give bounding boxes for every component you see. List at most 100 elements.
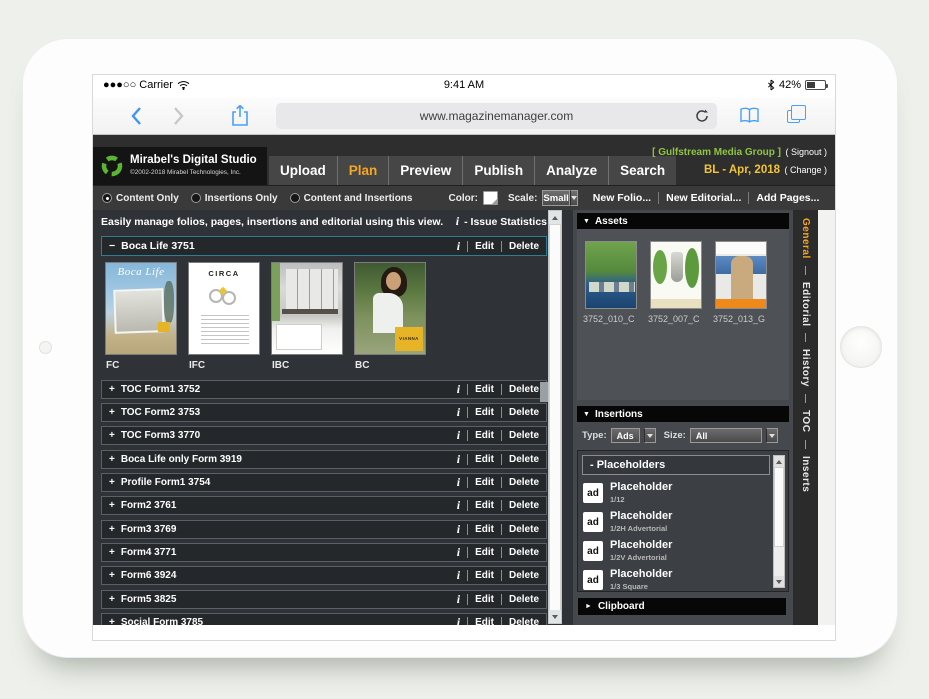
scroll-up-arrow[interactable] [774, 456, 784, 467]
radio-insertions-only-label[interactable]: Insertions Only [205, 193, 278, 204]
info-icon[interactable]: i [457, 382, 460, 397]
scrollbar-mini-thumb[interactable] [540, 382, 548, 402]
size-select[interactable]: All [690, 428, 762, 443]
edit-button[interactable]: Edit [475, 407, 494, 418]
home-button[interactable] [840, 326, 882, 368]
delete-button[interactable]: Delete [509, 430, 539, 441]
back-button[interactable] [131, 106, 142, 126]
info-icon[interactable]: i [457, 498, 460, 513]
collapse-triangle-icon[interactable]: ▼ [583, 218, 590, 225]
share-icon[interactable] [231, 104, 249, 127]
form-row[interactable]: + TOC Form1 3752 iEditDelete [101, 380, 547, 399]
insertions-header[interactable]: ▼ Insertions [577, 406, 789, 422]
placeholder-item[interactable]: ad Placeholder1/2V Advertorial [583, 538, 771, 564]
expand-icon[interactable]: + [109, 570, 115, 581]
change-issue-link[interactable]: ( Change ) [784, 165, 827, 175]
placeholders-scrollbar[interactable] [773, 455, 785, 588]
delete-button[interactable]: Delete [509, 500, 539, 511]
delete-button[interactable]: Delete [509, 477, 539, 488]
expand-icon[interactable]: + [109, 524, 115, 535]
edit-button[interactable]: Edit [475, 454, 494, 465]
nav-tab-upload[interactable]: Upload [269, 156, 337, 185]
collapse-icon[interactable]: − [109, 240, 115, 252]
asset-thumbnail[interactable] [585, 241, 637, 309]
bookmarks-icon[interactable] [739, 107, 760, 124]
placeholders-group-header[interactable]: - Placeholders [582, 455, 770, 475]
type-dropdown-arrow[interactable] [644, 428, 656, 443]
side-tab-editorial[interactable]: Editorial [800, 282, 811, 327]
form-row[interactable]: + Form6 3924 iEditDelete [101, 566, 547, 585]
form-row[interactable]: + Form5 3825 iEditDelete [101, 590, 547, 609]
info-icon[interactable]: i [457, 239, 460, 254]
asset-thumbnail[interactable] [715, 241, 767, 309]
edit-button[interactable]: Edit [475, 524, 494, 535]
side-tab-toc[interactable]: TOC [800, 410, 811, 432]
media-group-link[interactable]: [ Gulfstream Media Group ] [652, 147, 781, 158]
delete-button[interactable]: Delete [509, 617, 539, 625]
expand-icon[interactable]: + [109, 617, 115, 625]
page-thumbnail-fc[interactable]: Boca Life [105, 262, 177, 355]
info-icon[interactable]: i [457, 615, 460, 625]
main-scrollbar[interactable] [548, 210, 562, 624]
form-row[interactable]: + Form4 3771 iEditDelete [101, 543, 547, 562]
expand-icon[interactable]: + [109, 547, 115, 558]
scroll-down-arrow[interactable] [774, 576, 784, 587]
forward-button[interactable] [173, 106, 184, 126]
expand-icon[interactable]: + [109, 407, 115, 418]
edit-button[interactable]: Edit [475, 547, 494, 558]
info-icon[interactable]: i [457, 522, 460, 537]
assets-header[interactable]: ▼ Assets [577, 213, 789, 229]
placeholder-item[interactable]: ad Placeholder1/2H Advertorial [583, 509, 771, 535]
collapse-triangle-icon[interactable]: ▼ [583, 411, 590, 418]
page-thumbnail-ibc[interactable] [271, 262, 343, 355]
delete-button[interactable]: Delete [509, 384, 539, 395]
asset-thumbnail[interactable] [650, 241, 702, 309]
edit-button[interactable]: Edit [475, 594, 494, 605]
clipboard-header[interactable]: ► Clipboard [578, 598, 786, 615]
scrollbar-thumb[interactable] [549, 224, 561, 612]
info-icon[interactable]: i [457, 545, 460, 560]
radio-content-only[interactable] [102, 193, 112, 203]
delete-button[interactable]: Delete [509, 454, 539, 465]
signout-link[interactable]: ( Signout ) [785, 147, 827, 157]
expand-icon[interactable]: + [109, 384, 115, 395]
expand-icon[interactable]: + [109, 594, 115, 605]
radio-content-and-insertions[interactable] [290, 193, 300, 203]
info-icon[interactable]: i [457, 592, 460, 607]
side-tab-history[interactable]: History [800, 349, 811, 387]
expand-icon[interactable]: + [109, 500, 115, 511]
color-swatch[interactable] [483, 191, 498, 205]
scale-dropdown-arrow[interactable] [570, 190, 578, 206]
edit-button[interactable]: Edit [475, 384, 494, 395]
expand-icon[interactable]: + [109, 454, 115, 465]
settings-button[interactable]: Settings [826, 192, 835, 204]
nav-tab-plan[interactable]: Plan [337, 156, 389, 185]
info-icon[interactable]: i [457, 428, 460, 443]
side-tab-general[interactable]: General [800, 218, 811, 259]
tabs-icon[interactable] [787, 110, 800, 123]
radio-insertions-only[interactable] [191, 193, 201, 203]
edit-button[interactable]: Edit [475, 500, 494, 511]
add-pages-button[interactable]: Add Pages... [748, 192, 826, 204]
delete-button[interactable]: Delete [509, 570, 539, 581]
page-thumbnail-ifc[interactable]: CIRCA [188, 262, 260, 355]
info-icon[interactable]: i [457, 568, 460, 583]
delete-button[interactable]: Delete [509, 594, 539, 605]
scroll-down-arrow[interactable] [549, 610, 561, 623]
info-icon[interactable]: i [457, 475, 460, 490]
scroll-up-arrow[interactable] [549, 211, 561, 224]
delete-button[interactable]: Delete [509, 407, 539, 418]
edit-button[interactable]: Edit [475, 430, 494, 441]
side-tab-inserts[interactable]: Inserts [800, 456, 811, 492]
new-editorial-button[interactable]: New Editorial... [658, 192, 748, 204]
delete-button[interactable]: Delete [509, 524, 539, 535]
expand-triangle-icon[interactable]: ► [585, 603, 592, 610]
nav-tab-preview[interactable]: Preview [388, 156, 462, 185]
new-folio-button[interactable]: New Folio... [586, 192, 658, 204]
scale-select[interactable]: Small [542, 190, 569, 206]
edit-button[interactable]: Edit [475, 477, 494, 488]
placeholder-item[interactable]: ad Placeholder1/3 Square [583, 567, 771, 592]
address-bar[interactable] [276, 103, 717, 129]
form-row[interactable]: + Social Form 3785 iEditDelete [101, 613, 547, 625]
form-row[interactable]: + TOC Form3 3770 iEditDelete [101, 426, 547, 445]
